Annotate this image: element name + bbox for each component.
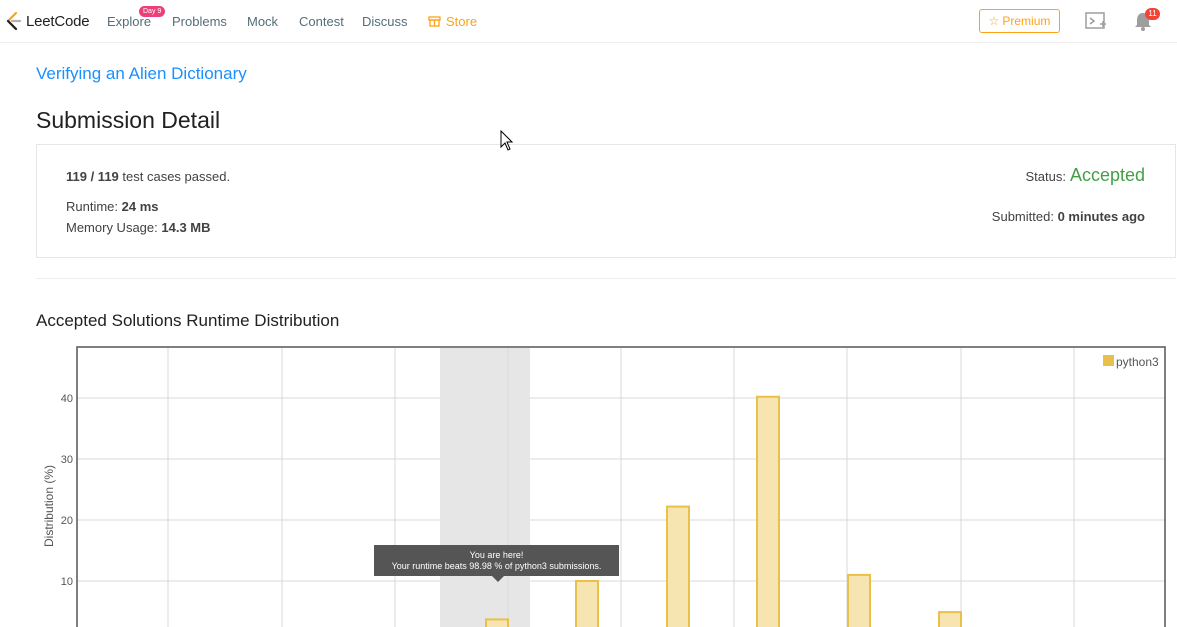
logo-text: LeetCode — [26, 12, 90, 30]
explore-day-badge: Day 9 — [139, 6, 166, 17]
y-tick-label: 10 — [61, 576, 73, 588]
runtime-label: Runtime: — [66, 199, 119, 214]
legend-label: python3 — [1116, 355, 1159, 369]
chart-bar[interactable] — [575, 580, 599, 627]
submitted-value: 0 minutes ago — [1057, 209, 1145, 224]
current-runtime-highlight — [440, 348, 530, 627]
leetcode-logo-icon — [6, 11, 22, 31]
page-title: Submission Detail — [36, 107, 221, 133]
memory-row: Memory Usage: 14.3 MB — [66, 220, 211, 235]
status-row: Status: Accepted — [1025, 165, 1145, 186]
runtime-distribution-chart: 10 20 30 40 Distribution (%) python3 — [42, 346, 1166, 627]
runtime-tooltip: You are here! Your runtime beats 98.98 %… — [374, 545, 619, 576]
tooltip-line1: You are here! — [469, 550, 524, 560]
status-label: Status: — [1025, 169, 1066, 184]
memory-value: 14.3 MB — [161, 220, 211, 235]
chart-y-ticks: 10 20 30 40 — [61, 393, 73, 588]
nav-store[interactable]: Store — [428, 14, 477, 29]
star-icon: ☆ — [988, 14, 1000, 28]
chart-bar[interactable] — [847, 573, 871, 627]
y-tick-label: 20 — [61, 515, 73, 527]
chart-bar[interactable] — [938, 611, 962, 627]
chart-title: Accepted Solutions Runtime Distribution — [36, 311, 340, 330]
tooltip-arrow — [492, 576, 504, 582]
chart-bar[interactable] — [756, 395, 780, 627]
test-cases-suffix: test cases passed. — [122, 169, 231, 184]
test-cases-count: 119 / 119 — [66, 169, 119, 184]
playground-icon[interactable] — [1085, 12, 1107, 30]
nav-contest[interactable]: Contest — [299, 14, 344, 29]
nav-discuss[interactable]: Discuss — [362, 14, 408, 29]
submitted-label: Submitted: — [991, 209, 1054, 224]
submission-detail-card: 119 / 119 test cases passed. Runtime: 24… — [36, 144, 1176, 258]
memory-label: Memory Usage: — [66, 220, 158, 235]
submitted-row: Submitted: 0 minutes ago — [992, 209, 1145, 224]
legend-swatch — [1103, 355, 1114, 366]
chart-bar[interactable] — [666, 505, 690, 627]
store-label: Store — [446, 14, 478, 29]
section-divider — [36, 278, 1176, 279]
runtime-row: Runtime: 24 ms — [66, 199, 159, 214]
runtime-value: 24 ms — [121, 199, 159, 214]
chart-y-axis-label: Distribution (%) — [42, 465, 56, 547]
notification-badge: 11 — [1145, 8, 1160, 20]
mouse-cursor-icon — [500, 130, 514, 151]
nav-problems[interactable]: Problems — [172, 14, 227, 29]
top-navbar: LeetCode Explore Day 9 Problems Mock Con… — [0, 0, 1177, 43]
store-icon — [428, 16, 441, 27]
chart-bars — [485, 395, 962, 627]
nav-mock[interactable]: Mock — [247, 14, 278, 29]
chart-bar[interactable] — [485, 618, 509, 627]
tooltip-line2: Your runtime beats 98.98 % of python3 su… — [391, 561, 602, 571]
problem-title-link[interactable]: Verifying an Alien Dictionary — [36, 64, 247, 84]
status-accepted: Accepted — [1069, 165, 1145, 185]
chart-vertical-grid — [167, 348, 1075, 627]
premium-button[interactable]: ☆ Premium — [979, 9, 1060, 33]
test-cases-summary: 119 / 119 test cases passed. — [66, 169, 230, 184]
y-tick-label: 30 — [61, 454, 73, 466]
leetcode-logo[interactable]: LeetCode — [5, 11, 90, 31]
y-tick-label: 40 — [61, 393, 73, 405]
premium-label: Premium — [1002, 14, 1051, 28]
